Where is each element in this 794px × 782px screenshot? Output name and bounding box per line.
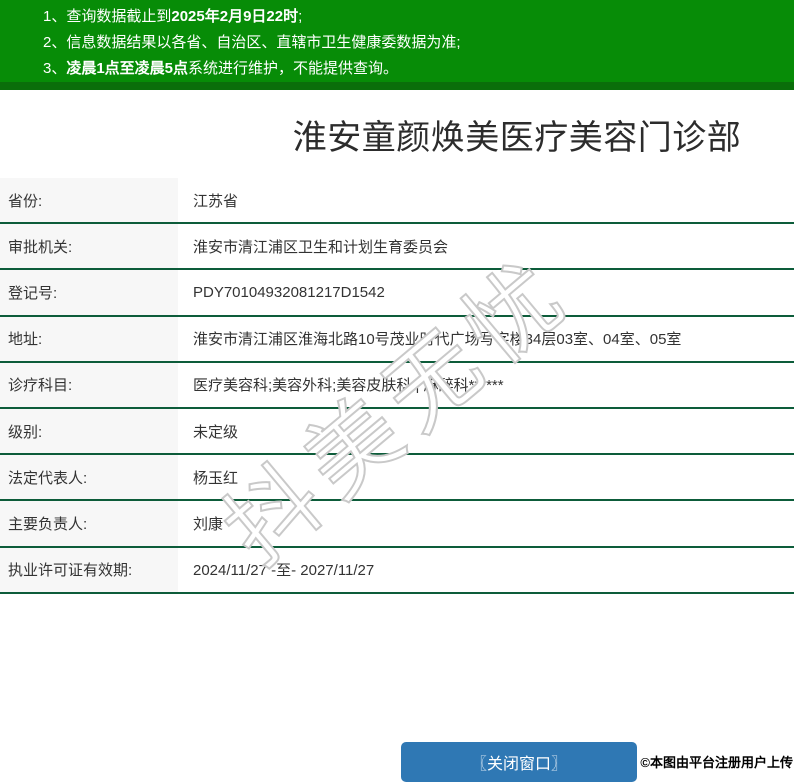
table-row-main-person-in-charge: 主要负责人: 刘康 bbox=[0, 501, 794, 548]
row-value: 刘康 bbox=[193, 515, 224, 533]
title-section: 淮安童颜焕美医疗美容门诊部 bbox=[240, 90, 794, 178]
row-value: 淮安市清江浦区淮海北路10号茂业时代广场写字楼34层03室、04室、05室 bbox=[193, 331, 682, 349]
notice-number: 2、 bbox=[43, 34, 67, 51]
notice-text-bold: 凌晨1点至凌晨5点 bbox=[66, 60, 189, 77]
table-row-legal-representative: 法定代表人: 杨玉红 bbox=[0, 455, 794, 502]
row-value: 未定级 bbox=[193, 423, 239, 441]
table-row-approval-authority: 审批机关: 淮安市清江浦区卫生和计划生育委员会 bbox=[0, 224, 794, 271]
row-label: 登记号: bbox=[0, 270, 178, 315]
clinic-info-table: 省份: 江苏省 审批机关: 淮安市清江浦区卫生和计划生育委员会 登记号: PDY… bbox=[0, 178, 794, 594]
table-row-province: 省份: 江苏省 bbox=[0, 178, 794, 225]
notice-number: 3、 bbox=[43, 60, 67, 77]
row-value: PDY70104932081217D1542 bbox=[193, 283, 385, 301]
row-value: 医疗美容科;美容外科;美容皮肤科 | 麻醉科****** bbox=[193, 377, 504, 395]
page-title: 淮安童颜焕美医疗美容门诊部 bbox=[292, 118, 742, 157]
row-label: 法定代表人: bbox=[0, 455, 178, 500]
notice-item: 1、查询数据截止到2025年2月9日22时; bbox=[43, 4, 784, 30]
notice-item: 3、凌晨1点至凌晨5点系统进行维护，不能提供查询。 bbox=[43, 56, 784, 82]
notice-text: 系统进行维护，不能提供查询。 bbox=[188, 60, 399, 77]
notice-banner: 1、查询数据截止到2025年2月9日22时; 2、信息数据结果以各省、自治区、直… bbox=[0, 0, 794, 90]
row-label: 主要负责人: bbox=[0, 501, 178, 546]
row-label: 级别: bbox=[0, 408, 178, 454]
table-row-medical-departments: 诊疗科目: 医疗美容科;美容外科;美容皮肤科 | 麻醉科****** bbox=[0, 362, 794, 409]
notice-text: ; bbox=[298, 8, 303, 25]
table-row-registration-number: 登记号: PDY70104932081217D1542 bbox=[0, 270, 794, 317]
notice-number: 1、 bbox=[43, 8, 67, 25]
notice-text: 信息数据结果以各省、自治区、直辖市卫生健康委数据为准; bbox=[66, 34, 461, 51]
row-label: 省份: bbox=[0, 178, 178, 223]
row-label: 地址: bbox=[0, 316, 178, 361]
table-row-address: 地址: 淮安市清江浦区淮海北路10号茂业时代广场写字楼34层03室、04室、05… bbox=[0, 316, 794, 363]
notice-text: 查询数据截止到 bbox=[66, 8, 172, 25]
row-value: 江苏省 bbox=[193, 192, 239, 210]
row-value: 杨玉红 bbox=[193, 469, 239, 487]
table-row-license-validity-period: 执业许可证有效期: 2024/11/27 -至- 2027/11/27 bbox=[0, 547, 794, 594]
row-value: 淮安市清江浦区卫生和计划生育委员会 bbox=[193, 238, 449, 256]
notice-item: 2、信息数据结果以各省、自治区、直辖市卫生健康委数据为准; bbox=[43, 30, 784, 56]
row-value: 2024/11/27 -至- 2027/11/27 bbox=[193, 562, 375, 580]
row-label: 审批机关: bbox=[0, 224, 178, 269]
upload-note: ©本图由平台注册用户上传 bbox=[640, 755, 793, 770]
row-label: 诊疗科目: bbox=[0, 362, 178, 407]
row-label: 执业许可证有效期: bbox=[0, 547, 178, 592]
table-row-level: 级别: 未定级 bbox=[0, 408, 794, 456]
close-window-button[interactable]: 〖关闭窗口〗 bbox=[401, 742, 637, 782]
notice-text-bold: 2025年2月9日22时 bbox=[171, 8, 299, 25]
